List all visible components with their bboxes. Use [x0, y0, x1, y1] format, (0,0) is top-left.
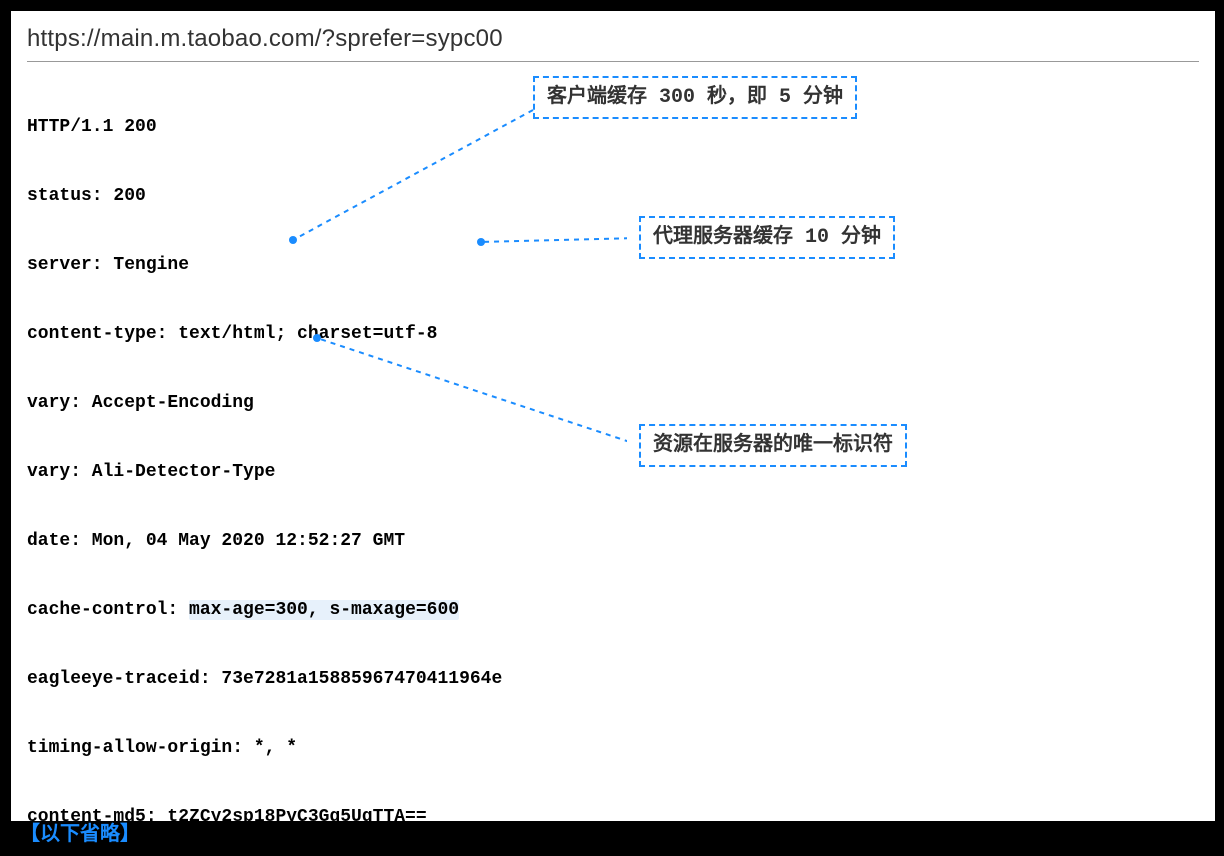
- header-line: HTTP/1.1 200: [27, 116, 1199, 139]
- header-line: vary: Accept-Encoding: [27, 392, 1199, 415]
- connector-lines: [27, 70, 627, 570]
- http-headers: HTTP/1.1 200 status: 200 server: Tengine…: [27, 70, 1199, 822]
- separator-1: [27, 61, 1199, 62]
- highlight-cache-control: max-age=300, s-maxage=600: [189, 600, 459, 620]
- header-line: content-md5: t2ZCy2sp18PyC3Gq5UqTTA==: [27, 806, 1199, 822]
- header-line-cache-control: cache-control: max-age=300, s-maxage=600: [27, 599, 1199, 622]
- callout-proxy-cache: 代理服务器缓存 10 分钟: [639, 216, 895, 259]
- callout-client-cache: 客户端缓存 300 秒，即 5 分钟: [533, 76, 857, 119]
- content-panel: https://main.m.taobao.com/?sprefer=sypc0…: [10, 10, 1216, 822]
- header-line: server: Tengine: [27, 254, 1199, 277]
- callout-etag: 资源在服务器的唯一标识符: [639, 424, 907, 467]
- header-line: timing-allow-origin: *, *: [27, 737, 1199, 760]
- header-line: eagleeye-traceid: 73e7281a15885967470411…: [27, 668, 1199, 691]
- outer-frame: https://main.m.taobao.com/?sprefer=sypc0…: [2, 2, 1222, 854]
- header-line: date: Mon, 04 May 2020 12:52:27 GMT: [27, 530, 1199, 553]
- header-line: status: 200: [27, 185, 1199, 208]
- footer-omitted-note: 【以下省略】: [20, 817, 140, 846]
- header-line: content-type: text/html; charset=utf-8: [27, 323, 1199, 346]
- header-line: vary: Ali-Detector-Type: [27, 461, 1199, 484]
- header-key: cache-control:: [27, 600, 189, 620]
- url-text: https://main.m.taobao.com/?sprefer=sypc0…: [27, 25, 1199, 53]
